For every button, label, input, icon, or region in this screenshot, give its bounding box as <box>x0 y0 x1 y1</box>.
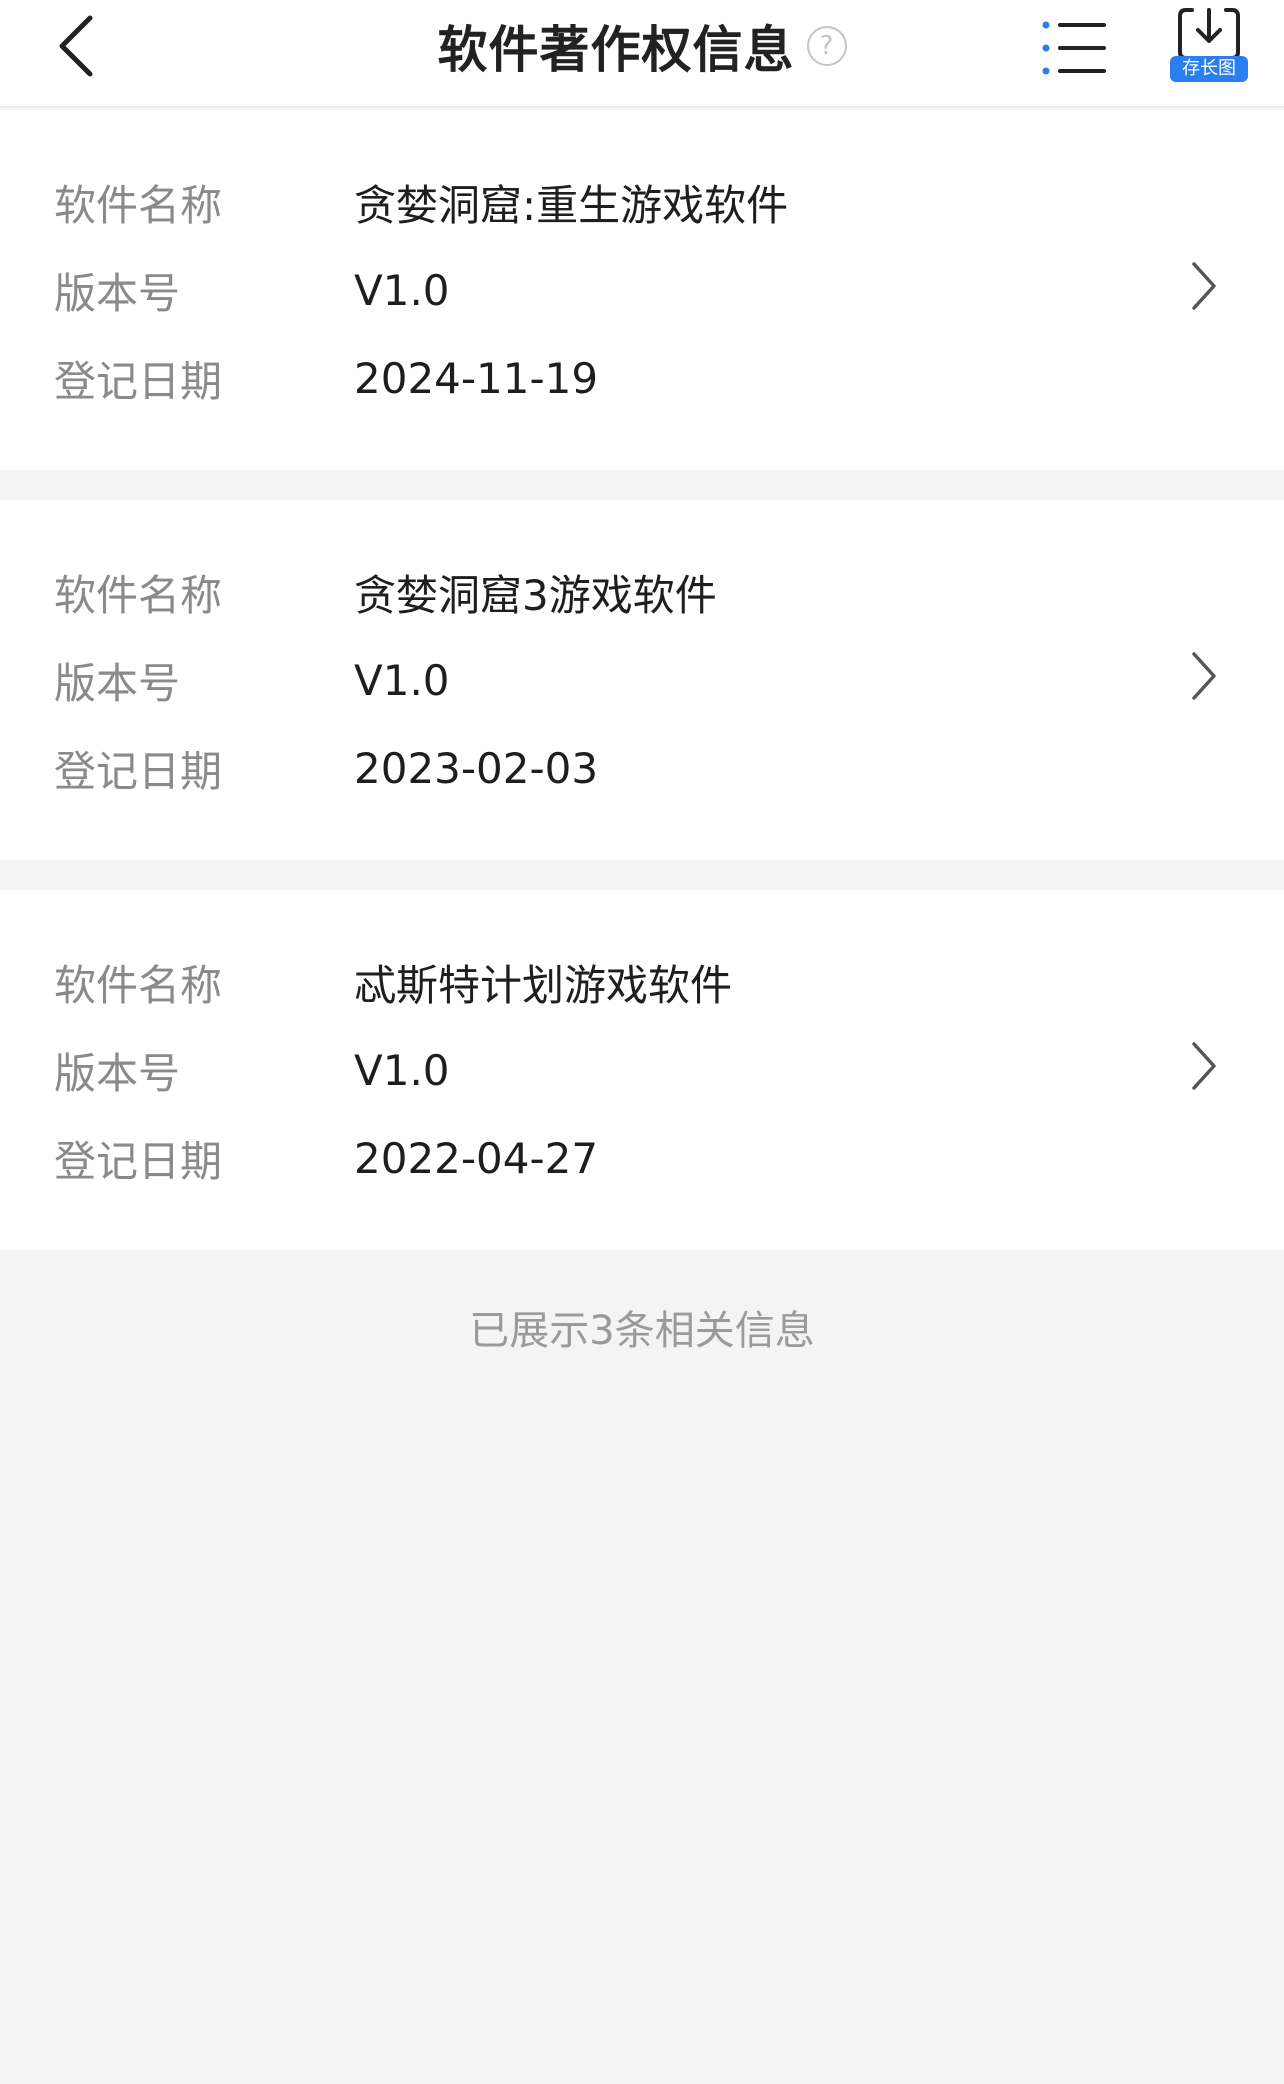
software-name-value: 忒斯特计划游戏软件 <box>354 960 733 1010</box>
chevron-right-icon[interactable] <box>1186 1036 1222 1096</box>
question-circle-icon[interactable]: ? <box>806 26 847 66</box>
software-name-label: 软件名称 <box>54 570 223 620</box>
version-value: V1.0 <box>354 265 450 315</box>
record-card[interactable]: 软件名称 忒斯特计划游戏软件 版本号 V1.0 登记日期 2022-04-27 <box>0 890 1284 1250</box>
registration-date-value: 2024-11-19 <box>354 353 599 403</box>
record-card[interactable]: 软件名称 贪婪洞窟3游戏软件 版本号 V1.0 登记日期 2023-02-03 <box>0 500 1284 860</box>
chevron-right-icon[interactable] <box>1186 646 1222 706</box>
registration-date-value: 2023-02-03 <box>354 743 599 793</box>
registration-date-label: 登记日期 <box>54 356 223 406</box>
software-name-value: 贪婪洞窟3游戏软件 <box>354 570 717 620</box>
save-long-image-label: 存长图 <box>1170 56 1248 82</box>
version-label: 版本号 <box>54 268 181 318</box>
software-name-value: 贪婪洞窟:重生游戏软件 <box>354 180 789 230</box>
version-value: V1.0 <box>354 1045 450 1095</box>
version-label: 版本号 <box>54 658 181 708</box>
top-nav-bar: 软件著作权信息 ? 存长图 <box>0 0 1284 108</box>
registration-date-value: 2022-04-27 <box>354 1133 599 1183</box>
software-name-label: 软件名称 <box>54 180 223 230</box>
results-count-note: 已展示3条相关信息 <box>469 1308 815 1354</box>
version-value: V1.0 <box>354 655 450 705</box>
save-long-image-button[interactable]: 存长图 <box>1166 6 1252 84</box>
chevron-right-icon[interactable] <box>1186 256 1222 316</box>
registration-date-label: 登记日期 <box>54 746 223 796</box>
record-card[interactable]: 软件名称 贪婪洞窟:重生游戏软件 版本号 V1.0 登记日期 2024-11-1… <box>0 110 1284 470</box>
registration-date-label: 登记日期 <box>54 1136 223 1186</box>
page-title: 软件著作权信息 <box>437 21 795 79</box>
list-menu-icon <box>1042 21 1106 75</box>
software-name-label: 软件名称 <box>54 960 223 1010</box>
list-menu-button[interactable] <box>1038 16 1108 80</box>
version-label: 版本号 <box>54 1048 181 1098</box>
